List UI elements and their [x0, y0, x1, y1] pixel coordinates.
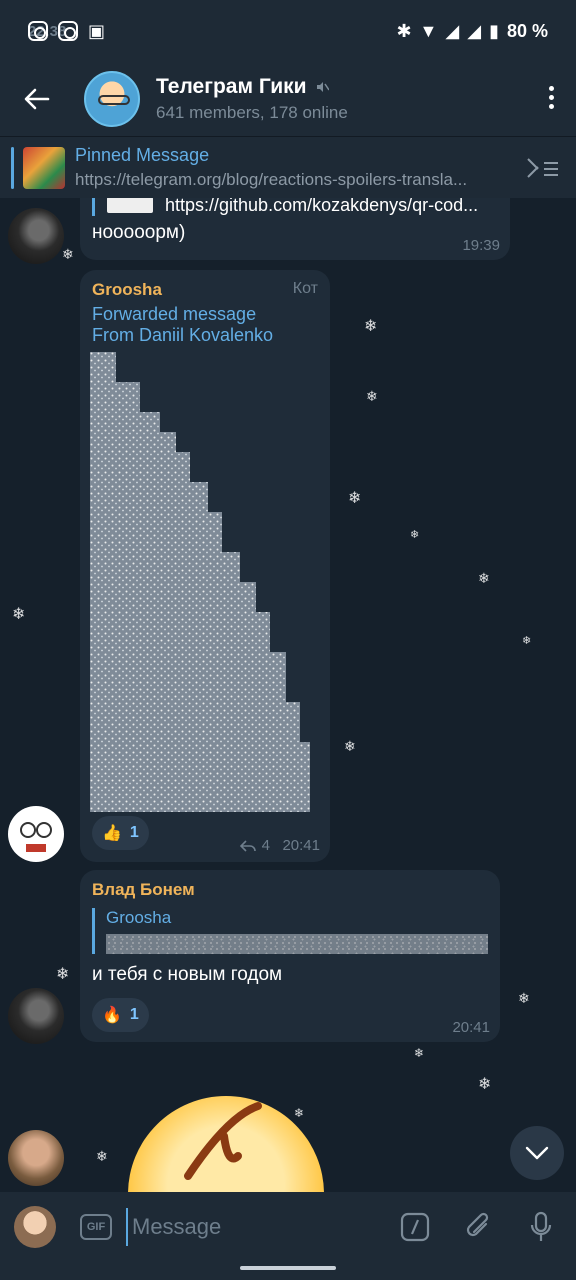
attach-icon — [466, 1212, 489, 1237]
pinned-text: https://telegram.org/blog/reactions-spoi… — [75, 170, 468, 189]
pinned-title: Pinned Message — [75, 145, 210, 165]
spoiler-media[interactable] — [90, 352, 312, 812]
mic-icon — [530, 1211, 552, 1241]
link-text[interactable]: https://github.com/kozakdenys/qr-cod... — [165, 198, 478, 216]
avatar[interactable] — [8, 208, 64, 264]
wifi-icon: ▼ — [419, 20, 438, 41]
avatar[interactable] — [8, 806, 64, 862]
chat-title-area[interactable]: Телеграм Гики 641 members, 178 online — [156, 75, 348, 123]
emoji-sticker[interactable] — [128, 1096, 324, 1192]
pinned-indicator — [11, 146, 14, 189]
snowflake-icon: ❄ — [478, 1076, 492, 1093]
signal-icon: ◢ — [467, 20, 482, 41]
thumbs-up-icon: 👍 — [102, 825, 122, 842]
link-preview-bar — [92, 198, 95, 216]
snowflake-icon: ❄ — [410, 529, 420, 541]
reply-icon — [239, 839, 256, 852]
battery-icon: ▮ — [489, 20, 499, 41]
reaction-count: 1 — [129, 1006, 139, 1023]
sender-name[interactable]: Влад Бонем — [92, 880, 195, 900]
snowflake-icon: ❄ — [56, 966, 70, 983]
snowflake-icon: ❄ — [414, 1046, 425, 1060]
gesture-navigation-bar[interactable] — [240, 1266, 336, 1270]
message-input[interactable] — [126, 1208, 376, 1246]
message-bubble[interactable]: Влад Бонем Groosha и тебя с новым годом … — [80, 870, 500, 1042]
avatar[interactable] — [8, 988, 64, 1044]
avatar[interactable] — [8, 1130, 64, 1186]
link-preview-thumbnail — [107, 198, 153, 213]
battery-percent: 80 % — [506, 20, 548, 41]
instagram-icon — [58, 20, 78, 41]
snowflake-icon: ❄ — [478, 570, 490, 586]
cat-avatar-icon — [20, 822, 52, 852]
reaction-chip[interactable]: 🔥 1 — [92, 998, 149, 1032]
forwarded-label: Forwarded message — [92, 304, 257, 324]
bluetooth-icon: ✱ — [396, 20, 412, 41]
snowflake-icon: ❄ — [366, 388, 378, 404]
bot-command-button[interactable] — [398, 1210, 432, 1244]
snowflake-icon: ❄ — [344, 738, 356, 754]
unpin-icon[interactable] — [524, 155, 560, 181]
back-button[interactable] — [0, 62, 74, 136]
status-system-icons: ✱ ▼ ◢ ◢ ▮ 80 % — [396, 21, 548, 42]
signal-icon: ◢ — [445, 20, 460, 41]
more-icon[interactable] — [549, 86, 554, 109]
chat-header: Телеграм Гики 641 members, 178 online — [0, 62, 576, 136]
message-time: 19:39 — [462, 237, 500, 254]
instagram-icon — [28, 20, 48, 41]
sender-name[interactable]: Groosha — [92, 280, 162, 300]
snowflake-icon: ❄ — [96, 1148, 108, 1164]
gif-button[interactable]: GIF — [80, 1214, 112, 1240]
reply-spoiler-text[interactable] — [106, 934, 488, 954]
app-notification-icon: ▣ — [88, 20, 106, 41]
snowflake-icon: ❄ — [522, 635, 532, 647]
snowflake-icon: ❄ — [62, 246, 74, 262]
chat-title: Телеграм Гики — [156, 75, 307, 98]
voice-button[interactable] — [524, 1210, 558, 1244]
sticker-face — [184, 1102, 262, 1180]
replies-counter[interactable]: 4 — [239, 837, 270, 854]
status-notification-icons: ▣ — [28, 20, 106, 42]
back-arrow-icon — [24, 88, 50, 110]
chat-subtitle: 641 members, 178 online — [156, 103, 348, 122]
reaction-chip[interactable]: 👍 1 — [92, 816, 149, 850]
message-bubble[interactable]: Groosha Кот Forwarded message From Danii… — [80, 270, 330, 862]
attach-button[interactable] — [462, 1210, 496, 1244]
chevron-down-icon — [525, 1146, 549, 1160]
group-avatar[interactable] — [84, 71, 140, 127]
message-bubble[interactable]: https://github.com/kozakdenys/qr-cod... … — [80, 198, 510, 260]
snowflake-icon: ❄ — [364, 318, 378, 335]
sender-tag: Кот — [292, 280, 318, 297]
pinned-thumbnail — [23, 146, 65, 189]
message-list[interactable]: ❄ ❄ ❄ ❄ ❄ ❄ ❄ ❄ ❄ ❄ ❄ ❄ ❄ ❄ ❄ https://gi… — [0, 198, 576, 1192]
status-bar: 22:38 ▣ ✱ ▼ ◢ ◢ ▮ 80 % — [0, 0, 576, 62]
snowflake-icon: ❄ — [518, 990, 530, 1006]
mute-icon — [316, 82, 329, 92]
replies-count: 4 — [261, 837, 270, 854]
command-icon — [400, 1212, 430, 1242]
pinned-message-bar[interactable]: Pinned Message https://telegram.org/blog… — [0, 136, 576, 198]
fire-icon: 🔥 — [102, 1007, 122, 1024]
reaction-count: 1 — [129, 824, 139, 841]
reply-to-name[interactable]: Groosha — [106, 908, 171, 928]
message-text: нооооорм) — [92, 222, 186, 243]
snowflake-icon: ❄ — [12, 606, 26, 623]
scroll-down-button[interactable] — [510, 1126, 564, 1180]
telegram-chat-screen: 22:38 ▣ ✱ ▼ ◢ ◢ ▮ 80 % Телеграм Гики 641… — [0, 0, 576, 1280]
forwarded-from[interactable]: From Daniil Kovalenko — [92, 325, 273, 346]
snowflake-icon: ❄ — [348, 490, 362, 507]
reply-quote-bar — [92, 908, 95, 954]
message-text: и тебя с новым годом — [92, 964, 283, 985]
send-as-avatar[interactable] — [14, 1206, 56, 1248]
message-time: 20:41 — [452, 1019, 490, 1036]
message-time: 20:41 — [282, 837, 320, 854]
link-preview[interactable]: https://github.com/kozakdenys/qr-cod... — [92, 198, 478, 216]
